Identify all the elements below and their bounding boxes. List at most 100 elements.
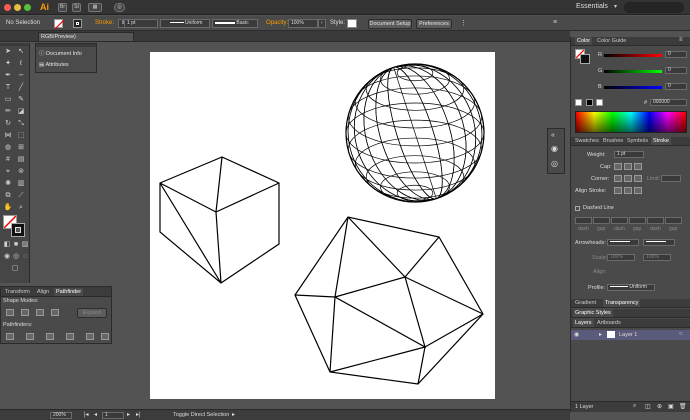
curvature-tool-icon[interactable]: ∽ bbox=[16, 71, 26, 81]
gap-input-3[interactable] bbox=[665, 217, 682, 224]
artboard-tool-icon[interactable]: ⧉ bbox=[3, 191, 13, 201]
align-center-icon[interactable] bbox=[614, 187, 622, 194]
new-layer-icon[interactable]: ▣ bbox=[668, 403, 674, 410]
first-artboard-icon[interactable]: |◂ bbox=[84, 411, 89, 418]
arrange-documents-icon[interactable]: ▦ bbox=[88, 3, 102, 12]
round-cap-icon[interactable] bbox=[624, 163, 632, 170]
gpu-performance-icon[interactable]: ◎ bbox=[114, 3, 125, 12]
document-info-item[interactable]: ⓘ Document Info bbox=[39, 49, 82, 57]
divide-icon[interactable] bbox=[6, 333, 14, 340]
outline-icon[interactable] bbox=[86, 333, 94, 340]
search-input[interactable] bbox=[624, 2, 684, 13]
zoom-select[interactable]: 200% bbox=[50, 412, 72, 419]
tab-swatches[interactable]: Swatches bbox=[573, 137, 601, 145]
tab-artboards[interactable]: Artboards bbox=[595, 319, 623, 327]
prev-artboard-icon[interactable]: ◂ bbox=[94, 411, 97, 418]
lasso-icon[interactable]: ℓ bbox=[16, 59, 26, 69]
tab-color-guide[interactable]: Color Guide bbox=[595, 37, 628, 45]
graph-tool-icon[interactable]: ▥ bbox=[16, 179, 26, 189]
layer-name[interactable]: Layer 1 bbox=[619, 332, 637, 338]
unite-icon[interactable] bbox=[6, 309, 14, 316]
rectangle-tool-icon[interactable]: ▭ bbox=[3, 95, 13, 105]
stock-button[interactable]: St bbox=[72, 3, 81, 12]
magic-wand-icon[interactable]: ✦ bbox=[3, 59, 13, 69]
variable-width-profile-select[interactable]: Uniform bbox=[160, 19, 210, 28]
bevel-join-icon[interactable] bbox=[634, 175, 642, 182]
style-swatch[interactable] bbox=[347, 19, 357, 28]
minimize-window-button[interactable] bbox=[14, 4, 21, 11]
tab-brushes[interactable]: Brushes bbox=[601, 137, 625, 145]
end-arrowhead-select[interactable] bbox=[643, 239, 675, 246]
bridge-button[interactable]: Br bbox=[58, 3, 67, 12]
black-color-icon[interactable] bbox=[586, 99, 593, 106]
mesh-tool-icon[interactable]: # bbox=[3, 155, 13, 165]
weight-input[interactable]: 1 pt bbox=[614, 151, 644, 158]
artboard[interactable] bbox=[150, 52, 495, 399]
tab-transform[interactable]: Transform bbox=[3, 288, 32, 296]
slice-tool-icon[interactable]: ⟋ bbox=[16, 191, 26, 201]
layer-row[interactable]: ◉ ▸ Layer 1 ○ bbox=[571, 330, 690, 340]
fill-swatch[interactable] bbox=[54, 19, 65, 30]
gap-input-2[interactable] bbox=[629, 217, 646, 224]
tab-pathfinder[interactable]: Pathfinder bbox=[54, 288, 84, 296]
locate-object-icon[interactable]: ⌕ bbox=[633, 403, 636, 410]
red-slider[interactable] bbox=[604, 54, 662, 57]
intersect-icon[interactable] bbox=[36, 309, 44, 316]
new-sublayer-icon[interactable]: ⊕ bbox=[657, 403, 662, 410]
tab-transparency[interactable]: Transparency bbox=[603, 299, 641, 307]
next-artboard-icon[interactable]: ▸ bbox=[127, 411, 130, 418]
minus-back-icon[interactable] bbox=[101, 333, 109, 340]
pencil-icon[interactable]: ✏ bbox=[3, 107, 13, 117]
dash-input-1[interactable] bbox=[575, 217, 592, 224]
expand-button[interactable]: Expand bbox=[77, 308, 107, 318]
align-options-icon[interactable]: ⋮ bbox=[460, 19, 470, 28]
crop-icon[interactable] bbox=[66, 333, 74, 340]
gradient-tool-icon[interactable]: ▤ bbox=[16, 155, 26, 165]
zoom-window-button[interactable] bbox=[24, 4, 31, 11]
screen-mode-icon[interactable]: ▢ bbox=[10, 264, 20, 274]
brush-definition-select[interactable]: Basic bbox=[212, 19, 258, 28]
panel-menu-icon[interactable]: ≡ bbox=[553, 19, 563, 28]
type-tool-icon[interactable]: T bbox=[3, 83, 13, 93]
selection-tool-icon[interactable]: ➤ bbox=[3, 47, 13, 57]
tab-stroke[interactable]: Stroke bbox=[651, 137, 671, 145]
minus-front-icon[interactable] bbox=[21, 309, 29, 316]
symbol-sprayer-icon[interactable]: ✺ bbox=[3, 179, 13, 189]
last-artboard-icon[interactable]: ▸| bbox=[136, 411, 141, 418]
dash-input-2[interactable] bbox=[611, 217, 628, 224]
clipping-mask-icon[interactable]: ◫ bbox=[645, 403, 651, 410]
tab-graphic-styles[interactable]: Graphic Styles bbox=[573, 309, 613, 317]
stroke-swatch[interactable] bbox=[73, 19, 82, 28]
layers-rings-icon[interactable]: ◎ bbox=[551, 159, 558, 168]
none-color-icon[interactable] bbox=[575, 99, 582, 106]
merge-icon[interactable] bbox=[46, 333, 54, 340]
eye-icon[interactable]: ◉ bbox=[574, 331, 579, 338]
line-tool-icon[interactable]: ╱ bbox=[16, 83, 26, 93]
panel-menu-icon[interactable]: ≡ bbox=[679, 37, 683, 43]
color-spectrum[interactable] bbox=[575, 111, 687, 133]
start-scale-input[interactable]: 100% bbox=[607, 254, 635, 261]
hex-input[interactable]: 000000 bbox=[650, 99, 687, 106]
pen-tool-icon[interactable]: ✒ bbox=[3, 71, 13, 81]
free-transform-icon[interactable]: ⬚ bbox=[16, 131, 26, 141]
limit-input[interactable] bbox=[661, 175, 681, 182]
gap-input-1[interactable] bbox=[593, 217, 610, 224]
stroke-label[interactable]: Stroke: bbox=[95, 20, 114, 26]
stroke-weight-input[interactable]: 1 pt bbox=[124, 19, 158, 28]
stroke-color-swatch[interactable] bbox=[11, 223, 25, 237]
align-outside-icon[interactable] bbox=[634, 187, 642, 194]
butt-cap-icon[interactable] bbox=[614, 163, 622, 170]
workspace-switcher[interactable]: Essentials bbox=[576, 3, 608, 10]
align-inside-icon[interactable] bbox=[624, 187, 632, 194]
width-tool-icon[interactable]: ⋈ bbox=[3, 131, 13, 141]
eraser-icon[interactable]: ◪ bbox=[16, 107, 26, 117]
chevron-down-icon[interactable]: ▾ bbox=[614, 3, 617, 10]
hand-tool-icon[interactable]: ✋ bbox=[3, 203, 13, 213]
expand-arrow-icon[interactable]: ▸ bbox=[599, 331, 602, 338]
close-window-button[interactable] bbox=[4, 4, 11, 11]
end-scale-input[interactable]: 100% bbox=[643, 254, 671, 261]
preferences-button[interactable]: Preferences bbox=[416, 19, 452, 29]
collapse-icon[interactable]: « bbox=[551, 132, 555, 139]
blue-value-input[interactable]: 0 bbox=[665, 83, 687, 90]
scale-tool-icon[interactable]: ⤡ bbox=[16, 119, 26, 129]
